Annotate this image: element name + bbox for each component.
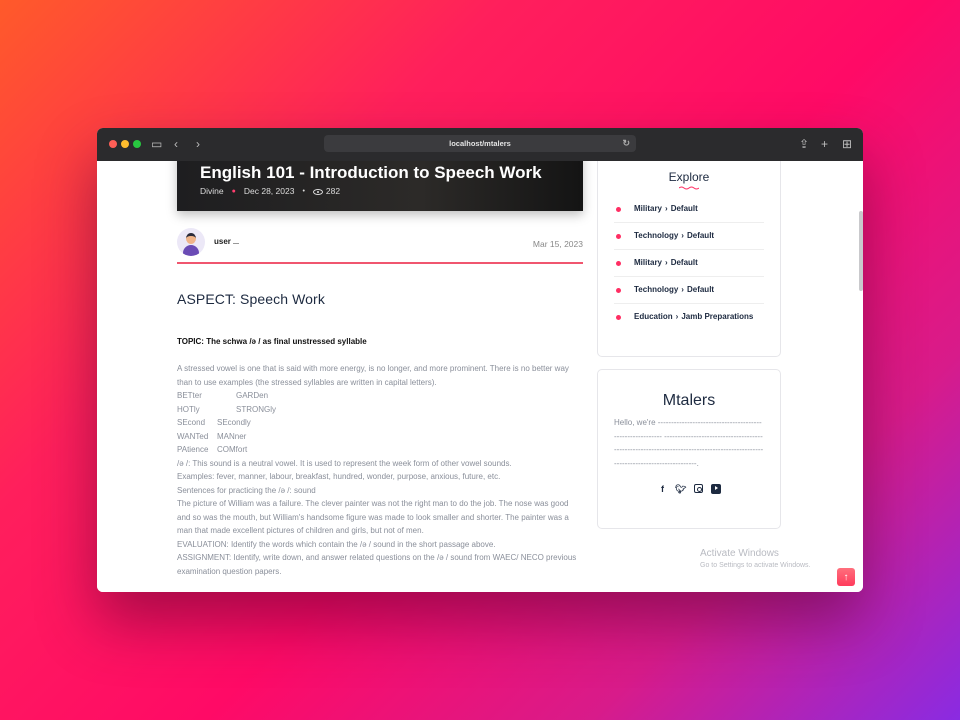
article-topic: TOPIC: The schwa /ə / as final unstresse… (177, 337, 367, 346)
views-count: 282 (312, 186, 341, 196)
post-date: Dec 28, 2023 (243, 186, 295, 196)
bullet-icon (616, 288, 621, 293)
explore-title: Explore (668, 170, 710, 184)
browser-toolbar: ▭ ‹ › localhost/mtalers ↻ ⇪ + ⊞ (97, 128, 863, 161)
stress-example-row: BETter GARDen (177, 389, 583, 403)
explore-item[interactable]: Military › Default (614, 196, 764, 222)
explore-category: Technology (634, 285, 679, 294)
chevron-right-icon: › (681, 231, 684, 240)
post-title: English 101 - Introduction to Speech Wor… (200, 163, 542, 182)
views-value: 282 (325, 186, 341, 196)
chevron-right-icon: › (665, 204, 668, 213)
explore-item[interactable]: Technology › Default (614, 222, 764, 249)
new-tab-icon[interactable]: + (821, 136, 828, 152)
stress-example-row: WANTed MANner (177, 430, 583, 444)
stress-word: PAtience (177, 445, 209, 454)
explore-list: Military › Default Technology › Default Milita… (614, 196, 764, 330)
about-text: Hello, we're ---------------------------… (614, 418, 764, 468)
explore-subcategory: Jamb Preparations (681, 312, 754, 321)
author-row: user Mar 15, 2023 (177, 228, 583, 264)
article-line: /ə /: This sound is a neutral vowel. It … (177, 458, 512, 468)
instagram-icon[interactable] (693, 484, 703, 493)
squiggle-divider (679, 186, 699, 190)
back-icon[interactable]: ‹ (174, 136, 178, 152)
meta-separator: ● (231, 187, 236, 195)
post-author[interactable]: Divine (200, 186, 224, 196)
stress-word: SEcond (177, 418, 206, 427)
scroll-to-top-button[interactable]: ↑ (837, 568, 855, 586)
bullet-icon (616, 234, 621, 239)
share-icon[interactable]: ⇪ (799, 136, 809, 152)
twitter-icon[interactable]: 🐦︎ (675, 484, 686, 494)
explore-category: Military (634, 258, 663, 267)
article-line: Examples: fever, manner, labour, breakfa… (177, 472, 501, 481)
explore-subcategory: Default (670, 258, 698, 267)
eye-icon (312, 188, 323, 195)
chevron-right-icon: › (665, 258, 668, 267)
youtube-icon[interactable] (710, 484, 721, 494)
stress-word: MANner (217, 431, 247, 441)
explore-category: Technology (634, 231, 679, 240)
about-card: Mtalers Hello, we're -------------------… (597, 369, 781, 529)
post-meta: Divine ● Dec 28, 2023 • 282 (200, 186, 340, 196)
url-text: localhost/mtalers (449, 139, 511, 148)
chevron-right-icon: › (675, 312, 679, 321)
stress-word: HOTly (177, 404, 200, 414)
article-body: ASPECT: Speech Work TOPIC: The schwa /ə … (177, 291, 583, 578)
explore-item[interactable]: Technology › Default (614, 276, 764, 303)
close-window-button[interactable] (109, 140, 117, 148)
stress-word: WANTed (177, 431, 209, 441)
article-heading: ASPECT: Speech Work (177, 291, 325, 307)
maximize-window-button[interactable] (133, 140, 141, 148)
watermark-line2: Go to Settings to activate Windows. (700, 562, 811, 569)
stress-examples: BETter GARDen HOTly STRONGly SEcond SEcondly W… (177, 389, 583, 457)
stress-word: BETter (177, 391, 202, 400)
facebook-icon[interactable]: f (658, 484, 668, 494)
explore-item[interactable]: Military › Default (614, 249, 764, 276)
explore-subcategory: Default (686, 285, 715, 294)
page-content: English 101 - Introduction to Speech Wor… (97, 161, 863, 592)
stress-word: GARDen (236, 391, 269, 400)
avatar[interactable] (177, 228, 205, 256)
watermark-line1: Activate Windows (700, 548, 779, 559)
explore-subcategory: Default (670, 204, 698, 213)
article-intro: A stressed vowel is one that is said wit… (177, 364, 569, 387)
article-line: EVALUATION: Identify the words which con… (177, 539, 496, 549)
stress-example-row: PAtience COMfort (177, 443, 583, 457)
article-text: A stressed vowel is one that is said wit… (177, 362, 583, 578)
stress-example-row: SEcond SEcondly (177, 416, 583, 430)
explore-subcategory: Default (686, 231, 715, 240)
explore-category: Education (634, 312, 673, 321)
article-line: The picture of William was a failure. Th… (177, 499, 569, 535)
reload-icon[interactable]: ↻ (622, 138, 630, 149)
sidebar-toggle-icon[interactable]: ▭ (151, 136, 162, 152)
article-line: ASSIGNMENT: Identify, write down, and an… (177, 553, 577, 576)
browser-window: ▭ ‹ › localhost/mtalers ↻ ⇪ + ⊞ English … (97, 128, 863, 592)
meta-separator: • (302, 187, 305, 195)
stress-word: COMfort (217, 445, 248, 454)
article-line: Sentences for practicing the /ə /: sound (177, 485, 316, 495)
chevron-right-icon: › (681, 285, 684, 294)
stress-word: STRONGly (236, 404, 276, 414)
stress-word: SEcondly (217, 418, 251, 427)
explore-item[interactable]: Education › Jamb Preparations (614, 303, 764, 330)
minimize-window-button[interactable] (121, 140, 129, 148)
explore-category: Military (634, 204, 663, 213)
author-date: Mar 15, 2023 (532, 239, 583, 249)
explore-card: Explore Military › Default Technology › Defau… (597, 161, 781, 357)
forward-icon[interactable]: › (196, 136, 200, 152)
tab-overview-icon[interactable]: ⊞ (842, 136, 852, 152)
about-title: Mtalers (662, 392, 716, 409)
bullet-icon (616, 207, 621, 212)
windows-activation-watermark: Activate Windows Go to Settings to activ… (700, 548, 811, 569)
bullet-icon (616, 315, 621, 320)
social-links: f 🐦︎ (598, 484, 780, 494)
address-bar[interactable]: localhost/mtalers ↻ (324, 135, 636, 152)
post-hero-banner[interactable]: English 101 - Introduction to Speech Wor… (177, 161, 583, 211)
author-name[interactable]: user (214, 237, 239, 246)
stress-example-row: HOTly STRONGly (177, 403, 583, 417)
bullet-icon (616, 261, 621, 266)
scrollbar[interactable] (859, 211, 863, 291)
